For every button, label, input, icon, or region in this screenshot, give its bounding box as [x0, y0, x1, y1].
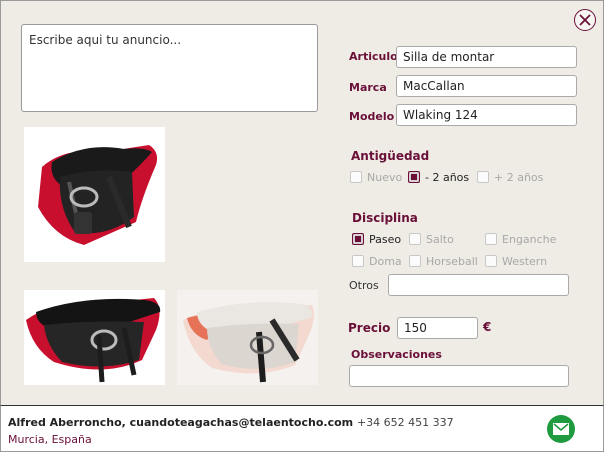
observaciones-label: Observaciones	[351, 348, 442, 361]
otros-input[interactable]	[388, 274, 569, 296]
close-button[interactable]	[574, 9, 596, 31]
marca-input[interactable]: MacCallan	[396, 75, 577, 97]
ad-text-placeholder: Escribe aqui tu anuncio...	[29, 33, 182, 47]
antiguedad-option-menos-2[interactable]: - 2 años	[408, 170, 469, 184]
disciplina-option-paseo[interactable]: Paseo	[352, 232, 401, 246]
checkbox-checked[interactable]	[352, 233, 364, 245]
precio-label: Precio	[348, 321, 391, 335]
disciplina-option-horseball[interactable]: Horseball	[409, 254, 478, 268]
contact-name-email: Alfred Aberroncho, cuandoteagachas@telae…	[8, 416, 354, 429]
checkbox[interactable]	[477, 171, 489, 183]
articulo-label: Articulo	[349, 50, 398, 63]
product-photo-1[interactable]	[24, 127, 165, 262]
checkbox[interactable]	[409, 255, 421, 267]
checkbox[interactable]	[409, 233, 421, 245]
contact-location: Murcia, España	[8, 433, 92, 446]
contact-phone: +34 652 451 337	[356, 416, 454, 429]
send-mail-button[interactable]	[547, 415, 575, 443]
antiguedad-option-nuevo[interactable]: Nuevo	[350, 170, 402, 184]
checkbox[interactable]	[485, 255, 497, 267]
contact-info: Alfred Aberroncho, cuandoteagachas@telae…	[8, 416, 454, 429]
product-photo-2[interactable]	[24, 290, 165, 385]
checkbox[interactable]	[485, 233, 497, 245]
antiguedad-option-mas-2[interactable]: + 2 años	[477, 170, 543, 184]
checkbox-checked[interactable]	[408, 171, 420, 183]
disciplina-title: Disciplina	[352, 211, 418, 225]
disciplina-option-doma[interactable]: Doma	[352, 254, 402, 268]
checkbox[interactable]	[350, 171, 362, 183]
modelo-label: Modelo	[349, 110, 395, 123]
close-icon	[579, 14, 591, 26]
product-photo-3[interactable]	[177, 290, 318, 385]
observaciones-input[interactable]	[349, 365, 569, 387]
precio-input[interactable]: 150	[397, 317, 478, 339]
disciplina-option-western[interactable]: Western	[485, 254, 547, 268]
contact-footer: Alfred Aberroncho, cuandoteagachas@telae…	[0, 405, 604, 452]
articulo-input[interactable]: Silla de montar	[396, 46, 577, 68]
antiguedad-title: Antigüedad	[351, 149, 430, 163]
checkbox[interactable]	[352, 255, 364, 267]
otros-label: Otros	[349, 279, 379, 292]
modelo-input[interactable]: Wlaking 124	[396, 104, 577, 126]
disciplina-option-enganche[interactable]: Enganche	[485, 232, 556, 246]
ad-form-panel: Escribe aqui tu anuncio... Articulo Sill…	[0, 0, 604, 406]
currency-label: €	[483, 320, 492, 334]
marca-label: Marca	[349, 81, 387, 94]
disciplina-option-salto[interactable]: Salto	[409, 232, 454, 246]
ad-text-input[interactable]: Escribe aqui tu anuncio...	[21, 24, 318, 112]
mail-icon	[553, 423, 569, 435]
